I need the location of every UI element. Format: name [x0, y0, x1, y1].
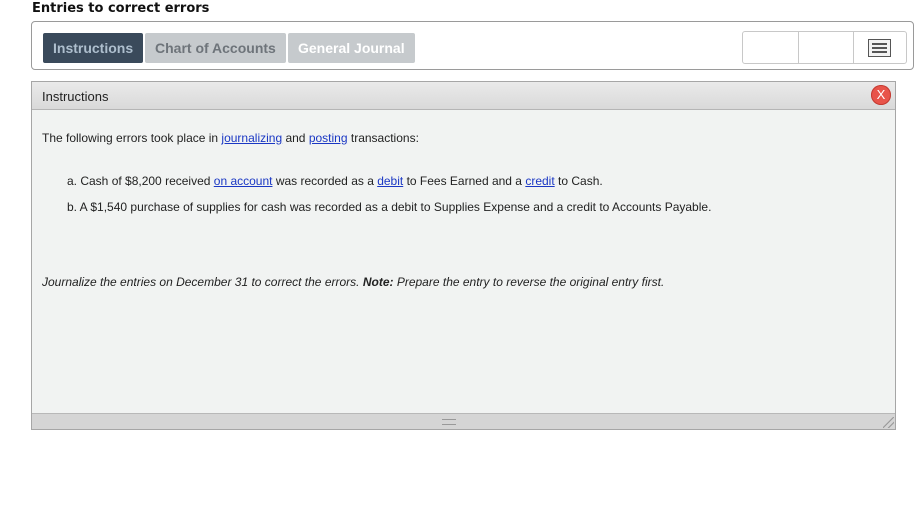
error-item-a: a. Cash of $8,200 received on account wa… — [67, 174, 603, 188]
menu-button[interactable] — [854, 32, 906, 63]
close-button[interactable]: X — [871, 85, 891, 105]
tab-bar: Instructions Chart of Accounts General J… — [31, 21, 914, 70]
error-item-b: b. A $1,540 purchase of supplies for cas… — [67, 200, 712, 214]
term-link-credit[interactable]: credit — [525, 174, 554, 188]
panel-header: Instructions X — [32, 82, 895, 110]
hamburger-menu-icon — [868, 39, 891, 57]
item-text-part: to Fees Earned and a — [403, 174, 526, 188]
closing-text-part: Prepare the entry to reverse the origina… — [393, 275, 665, 289]
tab-instructions[interactable]: Instructions — [43, 33, 143, 63]
intro-text: The following errors took place in journ… — [42, 131, 419, 145]
intro-text-part: and — [282, 131, 309, 145]
instructions-panel: Instructions X The following errors took… — [31, 81, 896, 430]
term-link-debit[interactable]: debit — [377, 174, 403, 188]
toolbar-button-2[interactable] — [798, 32, 854, 63]
closing-instruction: Journalize the entries on December 31 to… — [42, 275, 664, 289]
tab-chart-of-accounts[interactable]: Chart of Accounts — [145, 33, 286, 63]
page-title: Entries to correct errors — [32, 1, 210, 16]
toolbar-button-1[interactable] — [743, 32, 799, 63]
note-label: Note: — [362, 275, 394, 289]
term-link-on-account[interactable]: on account — [214, 174, 273, 188]
panel-title: Instructions — [42, 89, 109, 104]
term-link-posting[interactable]: posting — [309, 131, 348, 145]
item-text-part: was recorded as a — [272, 174, 378, 188]
toolbar-button-group — [742, 31, 907, 64]
item-text-part: a. Cash of $8,200 received — [67, 174, 214, 188]
closing-text-part: Journalize the entries on December 31 to… — [42, 275, 363, 289]
intro-text-part: transactions: — [347, 131, 419, 145]
item-text-part: to Cash. — [554, 174, 603, 188]
panel-footer — [32, 413, 895, 429]
resize-grip-icon[interactable] — [442, 419, 456, 425]
tab-general-journal[interactable]: General Journal — [288, 33, 415, 63]
resize-corner-icon[interactable] — [883, 417, 894, 428]
term-link-journalizing[interactable]: journalizing — [221, 131, 282, 145]
intro-text-part: The following errors took place in — [42, 131, 222, 145]
